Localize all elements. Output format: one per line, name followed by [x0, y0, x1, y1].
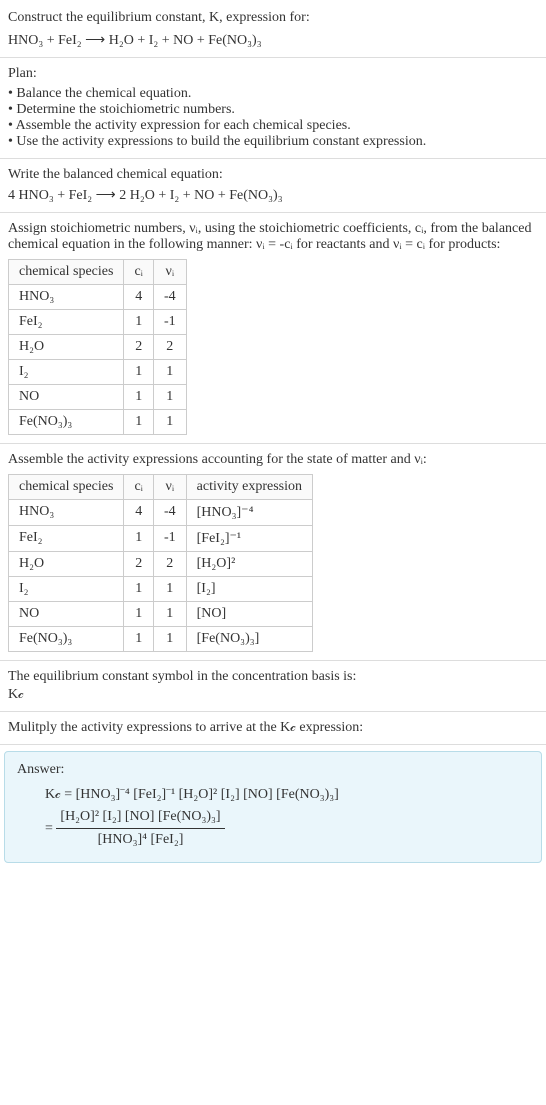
table-row: NO 1 1 [NO]	[9, 601, 313, 626]
table-row: H₂O 2 2 [H₂O]²	[9, 551, 313, 576]
cell-expr: [FeI₂]⁻¹	[186, 525, 312, 551]
plan-item: • Balance the chemical equation.	[8, 86, 538, 102]
cell-c: 1	[124, 525, 154, 551]
table-row: HNO₃ 4 -4	[9, 284, 187, 309]
intro-equation: HNO₃ + FeI₂ ⟶ H₂O + I₂ + NO + Fe(NO₃)₃	[8, 32, 538, 49]
col-species: chemical species	[9, 259, 124, 284]
answer-line1: K𝒸 = [HNO₃]⁻⁴ [FeI₂]⁻¹ [H₂O]² [I₂] [NO] …	[17, 784, 529, 806]
cell-v: 1	[153, 626, 186, 651]
cell-c: 1	[124, 601, 154, 626]
multiply-heading: Mulitply the activity expressions to arr…	[8, 720, 538, 736]
balanced-equation: 4 HNO₃ + FeI₂ ⟶ 2 H₂O + I₂ + NO + Fe(NO₃…	[8, 187, 538, 204]
cell-c: 1	[124, 384, 154, 409]
stoich-heading: Assign stoichiometric numbers, νᵢ, using…	[8, 221, 538, 253]
answer-frac-line: = [H₂O]² [I₂] [NO] [Fe(NO₃)₃] [HNO₃]⁴ [F…	[17, 806, 529, 852]
stoich-table: chemical species cᵢ νᵢ HNO₃ 4 -4 FeI₂ 1 …	[8, 259, 187, 435]
activity-heading: Assemble the activity expressions accoun…	[8, 452, 538, 468]
cell-v: 1	[153, 359, 186, 384]
cell-expr: [Fe(NO₃)₃]	[186, 626, 312, 651]
cell-v: 1	[153, 384, 186, 409]
table-row: HNO₃ 4 -4 [HNO₃]⁻⁴	[9, 499, 313, 525]
symbol-section: The equilibrium constant symbol in the c…	[0, 661, 546, 712]
cell-species: HNO₃	[9, 499, 124, 525]
cell-c: 1	[124, 409, 154, 434]
table-row: FeI₂ 1 -1	[9, 309, 187, 334]
table-row: H₂O 2 2	[9, 334, 187, 359]
cell-c: 1	[124, 576, 154, 601]
col-c: cᵢ	[124, 474, 154, 499]
cell-c: 1	[124, 309, 154, 334]
cell-v: -4	[153, 284, 186, 309]
balanced-heading: Write the balanced chemical equation:	[8, 167, 538, 183]
cell-v: -4	[153, 499, 186, 525]
cell-v: 1	[153, 409, 186, 434]
cell-species: H₂O	[9, 334, 124, 359]
activity-section: Assemble the activity expressions accoun…	[0, 444, 546, 661]
cell-species: FeI₂	[9, 525, 124, 551]
col-v: νᵢ	[153, 259, 186, 284]
table-row: NO 1 1	[9, 384, 187, 409]
cell-c: 4	[124, 284, 154, 309]
cell-species: Fe(NO₃)₃	[9, 626, 124, 651]
cell-species: NO	[9, 601, 124, 626]
symbol-heading: The equilibrium constant symbol in the c…	[8, 669, 538, 685]
plan-section: Plan: • Balance the chemical equation. •…	[0, 58, 546, 159]
plan-heading: Plan:	[8, 66, 538, 82]
cell-species: HNO₃	[9, 284, 124, 309]
col-expr: activity expression	[186, 474, 312, 499]
cell-c: 1	[124, 359, 154, 384]
cell-species: I₂	[9, 359, 124, 384]
answer-eq: =	[45, 821, 53, 836]
balanced-section: Write the balanced chemical equation: 4 …	[0, 159, 546, 213]
cell-v: 1	[153, 576, 186, 601]
plan-list: • Balance the chemical equation. • Deter…	[8, 86, 538, 150]
answer-box: Answer: K𝒸 = [HNO₃]⁻⁴ [FeI₂]⁻¹ [H₂O]² [I…	[4, 751, 542, 863]
cell-expr: [NO]	[186, 601, 312, 626]
cell-v: 2	[153, 334, 186, 359]
cell-species: I₂	[9, 576, 124, 601]
cell-c: 4	[124, 499, 154, 525]
table-row: Fe(NO₃)₃ 1 1 [Fe(NO₃)₃]	[9, 626, 313, 651]
cell-species: FeI₂	[9, 309, 124, 334]
table-row: I₂ 1 1 [I₂]	[9, 576, 313, 601]
plan-item: • Use the activity expressions to build …	[8, 134, 538, 150]
cell-c: 1	[124, 626, 154, 651]
table-header-row: chemical species cᵢ νᵢ activity expressi…	[9, 474, 313, 499]
plan-item: • Determine the stoichiometric numbers.	[8, 102, 538, 118]
cell-c: 2	[124, 334, 154, 359]
cell-v: 2	[153, 551, 186, 576]
cell-v: 1	[153, 601, 186, 626]
col-c: cᵢ	[124, 259, 154, 284]
symbol-value: K𝒸	[8, 687, 538, 703]
answer-fraction: [H₂O]² [I₂] [NO] [Fe(NO₃)₃] [HNO₃]⁴ [FeI…	[56, 806, 224, 852]
cell-species: H₂O	[9, 551, 124, 576]
answer-numerator: [H₂O]² [I₂] [NO] [Fe(NO₃)₃]	[56, 806, 224, 829]
cell-species: NO	[9, 384, 124, 409]
cell-expr: [H₂O]²	[186, 551, 312, 576]
cell-v: -1	[153, 525, 186, 551]
intro-section: Construct the equilibrium constant, K, e…	[0, 0, 546, 58]
multiply-section: Mulitply the activity expressions to arr…	[0, 712, 546, 745]
col-v: νᵢ	[153, 474, 186, 499]
cell-expr: [HNO₃]⁻⁴	[186, 499, 312, 525]
answer-denominator: [HNO₃]⁴ [FeI₂]	[56, 829, 224, 851]
plan-item: • Assemble the activity expression for e…	[8, 118, 538, 134]
cell-v: -1	[153, 309, 186, 334]
answer-label: Answer:	[17, 762, 529, 778]
col-species: chemical species	[9, 474, 124, 499]
intro-line1: Construct the equilibrium constant, K, e…	[8, 8, 538, 28]
table-header-row: chemical species cᵢ νᵢ	[9, 259, 187, 284]
cell-expr: [I₂]	[186, 576, 312, 601]
table-row: I₂ 1 1	[9, 359, 187, 384]
activity-table: chemical species cᵢ νᵢ activity expressi…	[8, 474, 313, 652]
table-row: Fe(NO₃)₃ 1 1	[9, 409, 187, 434]
cell-species: Fe(NO₃)₃	[9, 409, 124, 434]
cell-c: 2	[124, 551, 154, 576]
stoich-section: Assign stoichiometric numbers, νᵢ, using…	[0, 213, 546, 444]
table-row: FeI₂ 1 -1 [FeI₂]⁻¹	[9, 525, 313, 551]
